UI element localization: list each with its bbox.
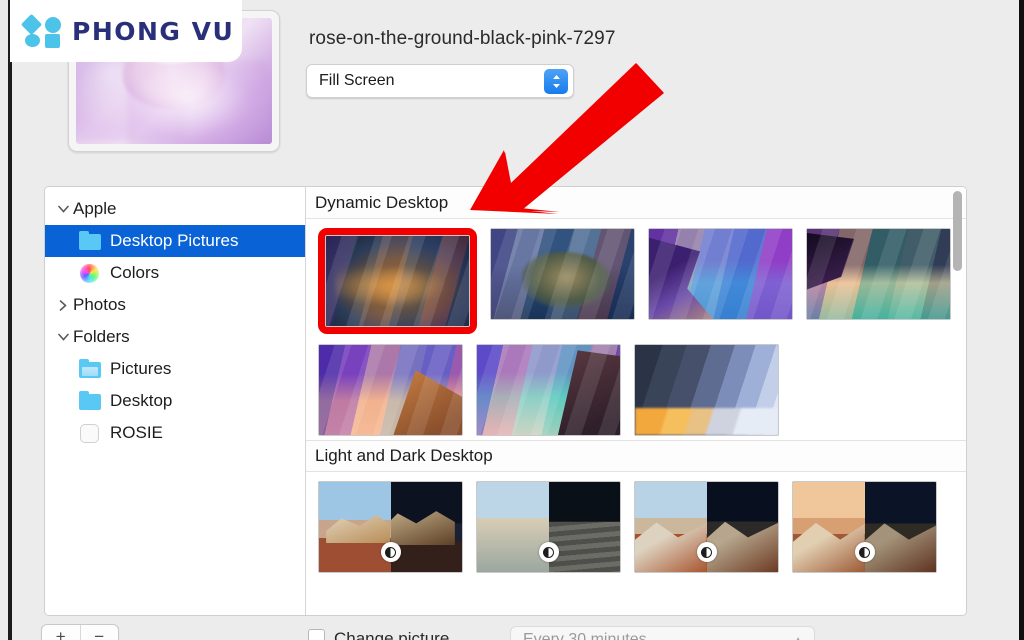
disk-icon <box>79 424 102 443</box>
sidebar-item-pictures[interactable]: Pictures <box>45 353 305 385</box>
wallpaper-thumbnail[interactable] <box>634 344 779 436</box>
sidebar-item-label: Photos <box>73 295 126 314</box>
sidebar-item-label: Desktop Pictures <box>110 231 239 250</box>
sidebar-item-apple[interactable]: Apple <box>45 193 305 225</box>
sidebar-item-label: Colors <box>110 263 160 282</box>
wallpaper-thumbnail[interactable] <box>648 228 793 320</box>
scale-mode-dropdown[interactable]: Fill Screen <box>306 64 574 98</box>
scrollbar-thumb[interactable] <box>953 191 962 271</box>
wallpaper-thumbnail[interactable] <box>490 228 635 320</box>
chevron-right-icon[interactable] <box>53 299 73 311</box>
chevron-updown-icon[interactable] <box>544 69 568 94</box>
sidebar-item-photos[interactable]: Photos <box>45 289 305 321</box>
sidebar-item-colors[interactable]: Colors <box>45 257 305 289</box>
chevron-down-icon[interactable] <box>53 205 73 213</box>
sidebar-item-folders[interactable]: Folders <box>45 321 305 353</box>
sidebar-item-label: Pictures <box>110 359 172 378</box>
folder-icon <box>79 391 102 410</box>
scale-mode-value: Fill Screen <box>319 72 395 89</box>
wallpaper-name-label: rose-on-the-ground-black-pink-7297 <box>309 28 616 49</box>
folder-icon <box>79 231 102 250</box>
change-interval-dropdown[interactable]: Every 30 minutes ▲ <box>510 626 815 640</box>
change-picture-label: Change picture <box>334 629 450 640</box>
wallpaper-thumbnail[interactable] <box>318 481 463 573</box>
screenshot-root: rose-on-the-ground-black-pink-7297 Fill … <box>0 0 1024 640</box>
chevron-up-icon: ▲ <box>792 633 804 640</box>
window-edge-right <box>1019 0 1024 640</box>
sidebar-item-label: Apple <box>73 199 117 218</box>
sidebar-item-rosie[interactable]: ROSIE <box>45 417 305 449</box>
group-header-light-and-dark-desktop: Light and Dark Desktop <box>306 440 966 472</box>
sidebar-item-label: ROSIE <box>110 423 163 442</box>
light-dark-desktop-grid <box>306 472 966 577</box>
change-picture-checkbox[interactable] <box>308 629 325 640</box>
wallpaper-thumbnail[interactable] <box>318 344 463 436</box>
phong-vu-logo-text: PHONG VU <box>72 16 235 46</box>
add-remove-folder-buttons[interactable]: + − <box>41 624 119 640</box>
vertical-scrollbar[interactable] <box>953 191 962 613</box>
wallpaper-grid-content[interactable]: Dynamic Desktop Light and Dark Desktop <box>306 187 966 615</box>
chevron-down-icon[interactable] <box>53 333 73 341</box>
wallpaper-thumbnail[interactable] <box>792 481 937 573</box>
remove-folder-button[interactable]: − <box>81 625 119 640</box>
group-header-dynamic-desktop: Dynamic Desktop <box>306 187 966 219</box>
sidebar-item-label: Desktop <box>110 391 173 410</box>
light-dark-icon <box>380 542 401 563</box>
sidebar-item-desktop-pictures[interactable]: Desktop Pictures <box>45 225 305 257</box>
source-sidebar: Apple Desktop Pictures Colors Photos Fol… <box>45 187 306 615</box>
wallpaper-thumbnail[interactable] <box>476 344 621 436</box>
wallpaper-thumbnail[interactable] <box>476 481 621 573</box>
dynamic-desktop-grid <box>306 219 966 440</box>
wallpaper-browser-pane: Apple Desktop Pictures Colors Photos Fol… <box>44 186 967 616</box>
add-folder-button[interactable]: + <box>42 625 81 640</box>
wallpaper-thumbnail[interactable] <box>634 481 779 573</box>
wallpaper-thumbnail[interactable] <box>806 228 951 320</box>
phong-vu-logo-icon <box>20 13 64 48</box>
sidebar-item-label: Folders <box>73 327 130 346</box>
pictures-folder-icon <box>79 359 102 378</box>
light-dark-icon <box>854 542 875 563</box>
sidebar-item-desktop[interactable]: Desktop <box>45 385 305 417</box>
color-wheel-icon <box>79 264 102 283</box>
change-interval-value: Every 30 minutes <box>523 631 647 640</box>
light-dark-icon <box>538 542 559 563</box>
phong-vu-watermark: PHONG VU <box>10 0 242 62</box>
light-dark-icon <box>696 542 717 563</box>
wallpaper-thumbnail[interactable] <box>318 228 477 334</box>
